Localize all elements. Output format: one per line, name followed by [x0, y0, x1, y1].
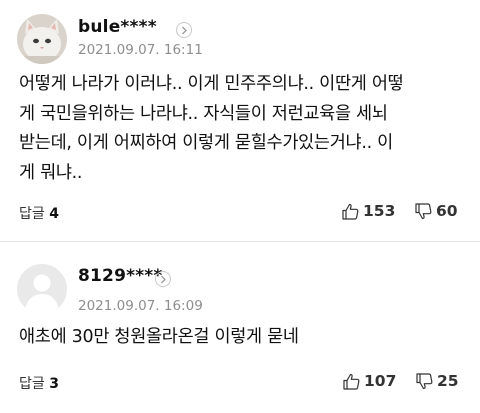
thumbs-down-icon [416, 372, 433, 389]
comment-divider [0, 241, 480, 242]
reply-count: 4 [49, 206, 59, 222]
comment-text: 어떻게 나라가 이러냐.. 이게 민주주의냐.. 이딴게 어떻 게 국민을위하는… [19, 74, 404, 183]
reply-button[interactable]: 답글 3 [19, 373, 59, 393]
reply-count: 3 [49, 376, 59, 392]
like-count: 107 [364, 372, 397, 390]
dislike-button[interactable]: 25 [416, 371, 459, 391]
reply-label: 답글 [19, 206, 45, 222]
avatar[interactable] [17, 14, 67, 64]
comment-date: 2021.09.07. 16:09 [78, 298, 203, 314]
thumbs-down-icon [415, 202, 432, 219]
like-button[interactable]: 153 [342, 201, 395, 221]
thumbs-up-icon [342, 203, 359, 220]
like-button[interactable]: 107 [343, 371, 396, 391]
dislike-count: 25 [437, 372, 459, 390]
comment-item: 8129**** 2021.09.07. 16:09 애초에 30만 청원올라온… [0, 249, 480, 413]
thumbs-up-icon [343, 373, 360, 390]
comment-item: bule**** 2021.09.07. 16:11 어떻게 나라가 이러냐..… [0, 0, 480, 236]
comment-date: 2021.09.07. 16:11 [78, 42, 203, 58]
comment-text: 애초에 30만 청원올라온걸 이렇게 묻네 [19, 327, 299, 347]
dislike-count: 60 [436, 202, 458, 220]
avatar[interactable] [17, 264, 67, 314]
like-count: 153 [363, 202, 396, 220]
dislike-button[interactable]: 60 [415, 201, 458, 221]
chevron-right-icon[interactable] [176, 22, 192, 38]
reply-button[interactable]: 답글 4 [19, 203, 59, 223]
reply-label: 답글 [19, 376, 45, 392]
username[interactable]: bule**** [78, 17, 157, 37]
username[interactable]: 8129**** [78, 266, 162, 286]
chevron-right-icon[interactable] [155, 271, 171, 287]
